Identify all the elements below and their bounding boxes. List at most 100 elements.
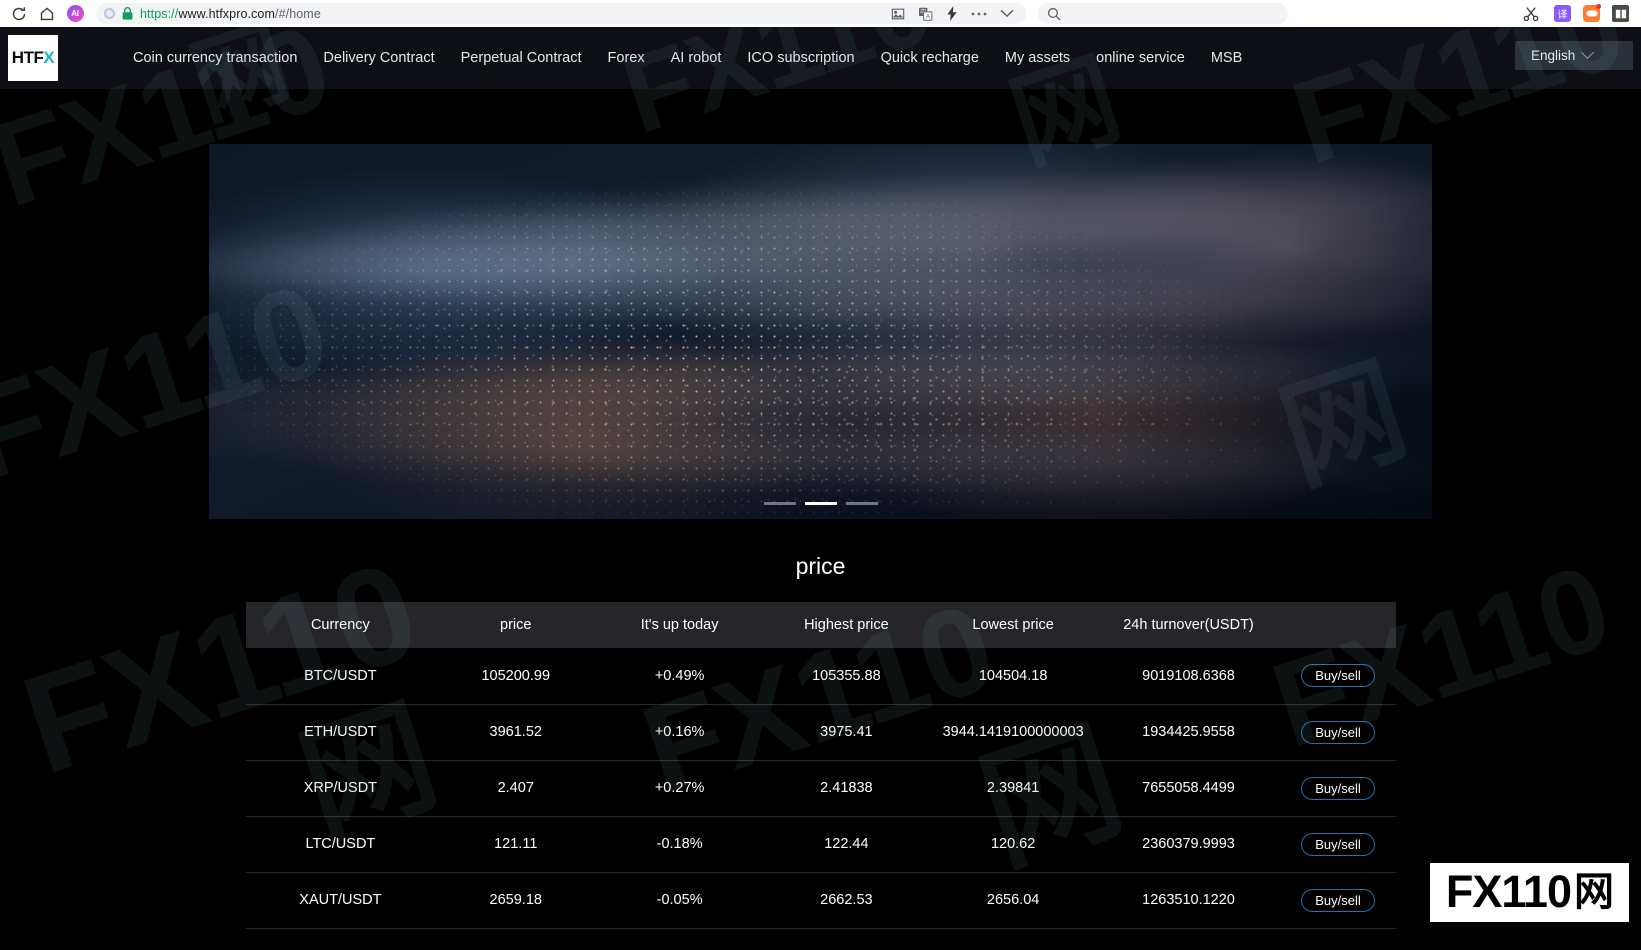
table-body: BTC/USDT 105200.99 +0.49% 105355.88 1045…: [245, 648, 1396, 928]
cell-turnover: 1934425.9558: [1142, 724, 1235, 740]
cell-highest: 105355.88: [812, 667, 881, 684]
cell-turnover: 9019108.6368: [1142, 667, 1235, 684]
ai-assistant-icon[interactable]: AI: [64, 3, 86, 25]
buy-sell-button[interactable]: Buy/sell: [1301, 720, 1375, 744]
image-icon[interactable]: [891, 7, 905, 21]
cell-action: Buy/sell: [1281, 760, 1396, 816]
column-header-turnover: 24h turnover(USDT): [1123, 617, 1254, 633]
cell-highest: 2662.53: [820, 892, 873, 908]
lock-icon: [122, 7, 133, 20]
column-header-currency: Currency: [310, 617, 370, 633]
main-navigation: Coin currency transaction Delivery Contr…: [120, 44, 1255, 72]
nav-item-perpetual-contract[interactable]: Perpetual Contract: [448, 44, 595, 72]
cell-change: +0.49%: [654, 667, 705, 684]
carousel-dot-2[interactable]: [804, 502, 837, 505]
translate-icon[interactable]: 中 A: [918, 7, 933, 21]
column-header-highest: Highest price: [804, 617, 889, 633]
scissors-icon[interactable]: [1520, 3, 1542, 25]
cell-currency: BTC/USDT: [304, 667, 377, 684]
cell-change: +0.16%: [654, 724, 705, 740]
nav-item-ai-robot[interactable]: AI robot: [658, 44, 735, 72]
nav-item-online-service[interactable]: online service: [1083, 44, 1198, 72]
watermark-badge: FX110 网: [1429, 863, 1629, 922]
buy-sell-button[interactable]: Buy/sell: [1301, 888, 1375, 912]
watermark-badge-text: FX110: [1445, 866, 1572, 917]
url-host: www.htfxpro.com: [178, 6, 275, 21]
lightning-icon[interactable]: [946, 6, 958, 21]
translate-extension-icon[interactable]: 译: [1554, 5, 1571, 22]
cell-currency: ETH/USDT: [304, 724, 377, 740]
table-row[interactable]: XAUT/USDT 2659.18 -0.05% 2662.53 2656.04…: [245, 872, 1396, 928]
language-label: English: [1531, 48, 1576, 63]
page-root: HTF X Coin currency transaction Delivery …: [0, 27, 1641, 950]
table-row[interactable]: BTC/USDT 105200.99 +0.49% 105355.88 1045…: [245, 648, 1396, 704]
cell-price: 2659.18: [489, 892, 542, 908]
nav-item-quick-recharge[interactable]: Quick recharge: [868, 44, 992, 72]
cell-change: -0.18%: [656, 836, 703, 852]
cell-change: -0.05%: [656, 892, 703, 908]
url-text: https://www.htfxpro.com/#/home: [140, 7, 321, 21]
cell-price: 105200.99: [481, 667, 551, 684]
logo[interactable]: HTF X: [8, 35, 58, 81]
cell-highest: 2.41838: [820, 780, 873, 796]
cell-action: Buy/sell: [1281, 704, 1396, 760]
buy-sell-button[interactable]: Buy/sell: [1301, 776, 1375, 800]
cell-currency: XRP/USDT: [303, 780, 378, 796]
carousel-dot-1[interactable]: [763, 502, 796, 505]
price-table-wrapper: Currency price It's up today Highest pri…: [245, 602, 1396, 929]
nav-item-my-assets[interactable]: My assets: [992, 44, 1083, 72]
book-icon[interactable]: [1612, 5, 1629, 22]
cell-highest: 3975.41: [820, 724, 873, 740]
column-header-action: [1281, 602, 1396, 648]
reload-icon[interactable]: [8, 3, 30, 25]
nav-item-forex[interactable]: Forex: [595, 44, 658, 72]
column-header-change: It's up today: [640, 617, 719, 633]
table-head: Currency price It's up today Highest pri…: [245, 602, 1396, 648]
url-scheme: https://: [140, 6, 179, 21]
page-title: price: [795, 553, 846, 579]
language-selector[interactable]: English: [1515, 41, 1633, 70]
cell-lowest: 104504.18: [978, 667, 1048, 684]
buy-sell-button[interactable]: Buy/sell: [1301, 664, 1375, 688]
table-row[interactable]: ETH/USDT 3961.52 +0.16% 3975.41 3944.141…: [245, 704, 1396, 760]
cell-action: Buy/sell: [1281, 648, 1396, 704]
nav-item-msb[interactable]: MSB: [1198, 44, 1255, 72]
home-icon[interactable]: [36, 3, 58, 25]
nav-item-ico-subscription[interactable]: ICO subscription: [734, 44, 867, 72]
address-bar[interactable]: https://www.htfxpro.com/#/home 中 A: [96, 3, 1026, 24]
cell-lowest: 3944.1419100000003: [942, 724, 1084, 740]
cell-turnover: 7655058.4499: [1142, 780, 1235, 796]
chevron-down-icon: [1581, 46, 1595, 60]
logo-text: HTF: [11, 48, 44, 67]
logo-accent: X: [43, 48, 55, 67]
browser-toolbar: AI https://www.htfxpro.com/#/home A 译: [0, 0, 1641, 27]
cell-turnover: 1263510.1220: [1142, 892, 1235, 908]
nav-item-delivery-contract[interactable]: Delivery Contract: [310, 44, 447, 72]
column-header-lowest: Lowest price: [972, 617, 1054, 633]
table-row[interactable]: LTC/USDT 121.11 -0.18% 122.44 120.62 236…: [245, 816, 1396, 872]
banner-carousel[interactable]: [209, 144, 1432, 519]
cell-turnover: 2360379.9993: [1142, 836, 1235, 852]
table-row[interactable]: XRP/USDT 2.407 +0.27% 2.41838 2.39841 76…: [245, 760, 1396, 816]
cell-lowest: 2656.04: [986, 892, 1040, 908]
chevron-down-icon[interactable]: [1000, 9, 1014, 18]
cell-action: Buy/sell: [1281, 872, 1396, 928]
cell-action: Buy/sell: [1281, 816, 1396, 872]
cell-lowest: 2.39841: [986, 780, 1040, 796]
search-box[interactable]: [1038, 3, 1288, 24]
buy-sell-button[interactable]: Buy/sell: [1301, 832, 1375, 856]
carousel-dot-3[interactable]: [845, 502, 878, 505]
more-dots-icon[interactable]: [971, 11, 987, 17]
nav-item-coin-currency-transaction[interactable]: Coin currency transaction: [120, 44, 310, 72]
game-controller-icon[interactable]: [1583, 4, 1601, 22]
url-path: /#/home: [275, 6, 321, 21]
site-header: HTF X Coin currency transaction Delivery …: [0, 27, 1641, 89]
watermark-badge-cn: 网: [1574, 869, 1614, 914]
banner-particles: [209, 144, 1432, 519]
tracking-protection-icon[interactable]: [104, 8, 115, 19]
cell-lowest: 120.62: [990, 836, 1036, 852]
cell-currency: LTC/USDT: [305, 836, 376, 852]
cell-price: 121.11: [494, 836, 538, 852]
price-table: Currency price It's up today Highest pri…: [245, 602, 1396, 929]
carousel-indicators: [209, 502, 1432, 505]
